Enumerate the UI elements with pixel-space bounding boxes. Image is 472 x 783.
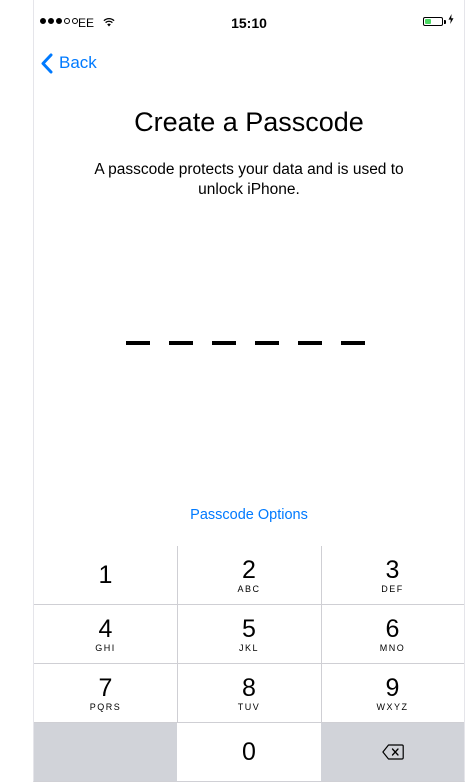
numeric-keypad: 1 2 ABC 3 DEF 4 GHI 5 JKL 6 MNO 7 PQRS 8: [34, 546, 464, 781]
passcode-digit-slot: [212, 341, 236, 345]
key-1[interactable]: 1: [34, 546, 177, 604]
key-digit: 5: [242, 614, 256, 643]
battery-icon: [423, 17, 443, 26]
key-4[interactable]: 4 GHI: [34, 605, 177, 663]
key-digit: 6: [385, 614, 400, 643]
keypad-blank-key: [34, 723, 177, 781]
key-2[interactable]: 2 ABC: [177, 546, 321, 604]
key-digit: 9: [385, 673, 400, 702]
key-0[interactable]: 0: [177, 723, 321, 781]
subtitle-line: A passcode protects your data and is use…: [94, 161, 404, 178]
status-bar: EE 15:10: [34, 0, 464, 40]
keypad-divider: [34, 663, 464, 664]
key-letters: GHI: [95, 642, 116, 653]
passcode-entry-field: [126, 341, 365, 345]
key-digit: 2: [242, 555, 256, 584]
key-digit: 7: [98, 673, 113, 702]
key-8[interactable]: 8 TUV: [177, 664, 321, 722]
charging-icon: [448, 14, 454, 27]
key-letters: MNO: [379, 642, 406, 653]
key-digit: 0: [242, 738, 256, 766]
key-digit: 3: [385, 555, 400, 584]
subtitle-line: unlock iPhone.: [198, 181, 300, 198]
page-title: Create a Passcode: [134, 107, 364, 137]
key-letters: PQRS: [89, 701, 122, 712]
key-digit: 4: [98, 614, 113, 643]
key-letters: DEF: [381, 583, 404, 594]
key-5[interactable]: 5 JKL: [177, 605, 321, 663]
keypad-divider: [34, 604, 464, 605]
key-digit: 8: [242, 673, 256, 702]
delete-backspace-icon: [381, 744, 404, 760]
chevron-left-icon: [41, 53, 53, 73]
passcode-digit-slot: [298, 341, 322, 345]
status-time: 15:10: [231, 15, 267, 31]
page-subtitle: A passcode protects your data and is use…: [59, 160, 439, 200]
key-3[interactable]: 3 DEF: [321, 546, 464, 604]
key-letters: JKL: [238, 642, 259, 653]
passcode-digit-slot: [169, 341, 193, 345]
passcode-options-link[interactable]: Passcode Options: [34, 507, 464, 523]
passcode-digit-slot: [126, 341, 150, 345]
key-7[interactable]: 7 PQRS: [34, 664, 177, 722]
key-9[interactable]: 9 WXYZ: [321, 664, 464, 722]
back-button-label: Back: [59, 53, 97, 72]
key-letters: WXYZ: [376, 701, 409, 712]
battery-tip: [444, 20, 446, 24]
keypad-divider: [321, 546, 322, 723]
delete-button[interactable]: [321, 723, 464, 781]
key-digit: 1: [98, 561, 113, 589]
key-letters: ABC: [237, 583, 261, 594]
key-letters: TUV: [237, 701, 261, 712]
phone-screen: EE 15:10 Back Create a Passcode A passco…: [33, 0, 465, 782]
keypad-divider: [34, 722, 464, 723]
passcode-digit-slot: [255, 341, 279, 345]
keypad-divider: [177, 546, 178, 723]
back-button[interactable]: Back: [40, 49, 97, 77]
battery-level: [425, 19, 432, 24]
key-6[interactable]: 6 MNO: [321, 605, 464, 663]
passcode-digit-slot: [341, 341, 365, 345]
